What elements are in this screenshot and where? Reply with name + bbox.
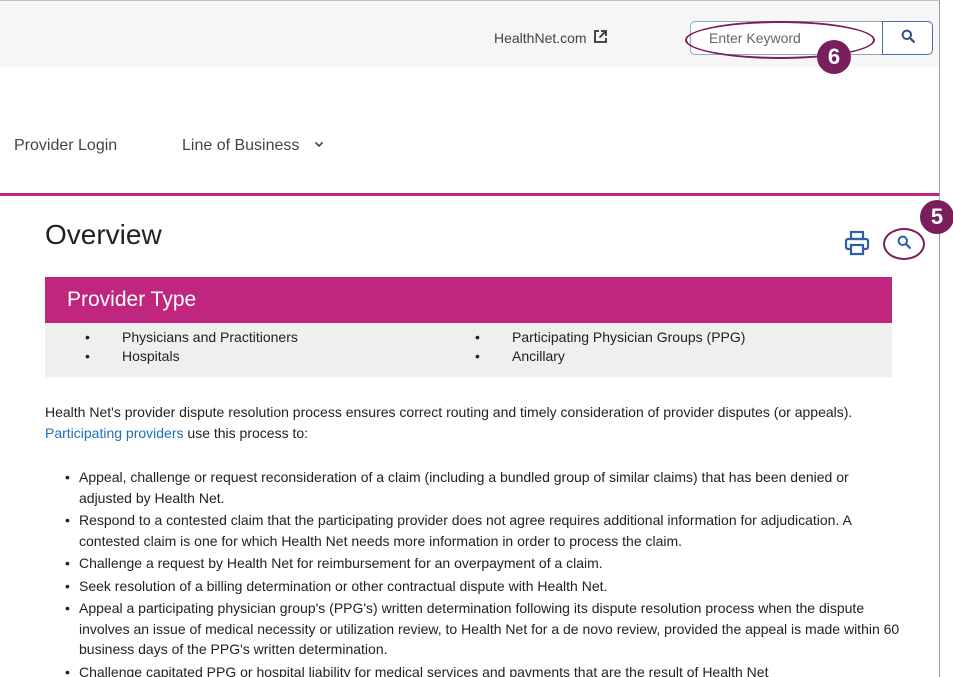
callout-badge-5: 5 [920, 200, 953, 234]
nav-line-of-business[interactable]: Line of Business [182, 137, 324, 155]
page-title: Overview [45, 219, 162, 250]
list-item: Respond to a contested claim that the pa… [65, 510, 905, 551]
chevron-down-icon [314, 135, 324, 152]
list-item: Participating Physician Groups (PPG) [475, 328, 745, 347]
keyword-search [690, 21, 933, 55]
external-link-icon [593, 29, 608, 47]
nav-provider-login[interactable]: Provider Login [14, 137, 117, 155]
intro-text-end: use this process to: [183, 425, 309, 441]
list-item: Challenge capitated PPG or hospital liab… [65, 662, 905, 677]
provider-type-panel: Provider Type Physicians and Practitione… [45, 277, 892, 377]
top-utility-bar: HealthNet.com [0, 1, 939, 67]
list-item: Challenge a request by Health Net for re… [65, 553, 905, 574]
provider-type-list: Physicians and Practitioners Hospitals P… [45, 323, 892, 377]
search-icon [901, 29, 915, 48]
list-item: Ancillary [475, 347, 745, 366]
callout-badge-6: 6 [817, 40, 851, 74]
list-item: Hospitals [85, 347, 298, 366]
list-item: Physicians and Practitioners [85, 328, 298, 347]
provider-type-heading: Provider Type [45, 277, 892, 323]
healthnet-link-label: HealthNet.com [494, 30, 587, 46]
intro-paragraph: Health Net's provider dispute resolution… [45, 402, 905, 444]
list-item: Appeal a participating physician group's… [65, 598, 905, 660]
list-item: Seek resolution of a billing determinati… [65, 576, 905, 597]
healthnet-link[interactable]: HealthNet.com [494, 29, 608, 47]
nav-divider [0, 193, 939, 196]
print-icon[interactable] [843, 229, 873, 259]
dispute-purpose-list: Appeal, challenge or request reconsidera… [45, 467, 905, 677]
search-icon [897, 235, 911, 254]
nav-line-of-business-label: Line of Business [182, 137, 300, 154]
list-item: Appeal, challenge or request reconsidera… [65, 467, 905, 508]
keyword-search-button[interactable] [882, 21, 933, 55]
participating-providers-link[interactable]: Participating providers [45, 425, 184, 441]
browser-frame: HealthNet.com Provider Login Line of Bus… [0, 0, 940, 677]
page-search-button[interactable] [883, 228, 925, 260]
provider-type-right-column: Participating Physician Groups (PPG) Anc… [475, 328, 745, 366]
keyword-search-input[interactable] [690, 21, 882, 55]
intro-text-start: Health Net's provider dispute resolution… [45, 404, 853, 420]
provider-type-left-column: Physicians and Practitioners Hospitals [85, 328, 298, 366]
